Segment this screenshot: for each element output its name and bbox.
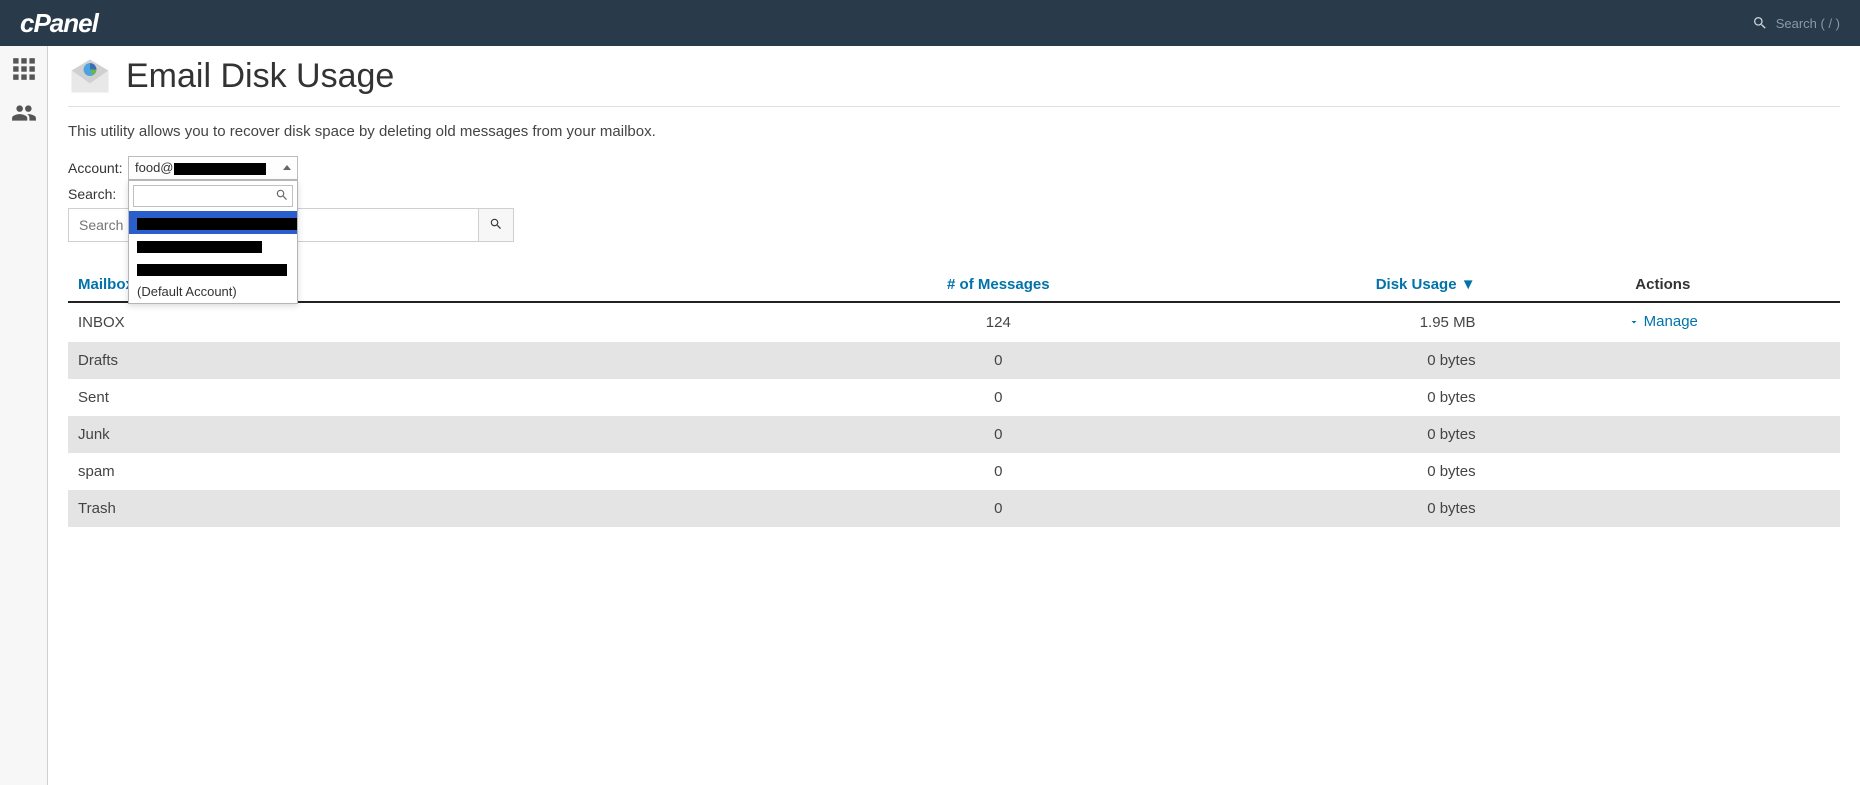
cell-actions: [1486, 342, 1840, 379]
search-label: Search:: [68, 186, 128, 202]
manage-link[interactable]: Manage: [1628, 313, 1698, 330]
cell-actions: [1486, 416, 1840, 453]
cell-actions: [1486, 490, 1840, 527]
cell-disk-usage: 0 bytes: [1131, 379, 1485, 416]
cell-messages: 0: [865, 453, 1131, 490]
account-combo-search-input[interactable]: [133, 185, 293, 207]
manage-link-label: Manage: [1644, 313, 1698, 330]
top-bar: cPanel Search ( / ): [0, 0, 1860, 46]
redacted-domain: [174, 163, 266, 175]
table-row: Trash00 bytes: [68, 490, 1840, 527]
cell-messages: 0: [865, 490, 1131, 527]
cell-actions: [1486, 453, 1840, 490]
cell-disk-usage: 0 bytes: [1131, 416, 1485, 453]
account-combo-list: (Default Account): [129, 211, 297, 303]
account-label: Account:: [68, 160, 128, 176]
email-disk-icon: [68, 56, 112, 96]
account-combo-value-prefix: food@: [135, 160, 174, 175]
account-combo-search: [129, 181, 297, 211]
account-option[interactable]: [129, 257, 297, 280]
column-disk-usage[interactable]: Disk Usage ▼: [1131, 268, 1485, 302]
main-content: Email Disk Usage This utility allows you…: [48, 46, 1860, 785]
account-combo-display[interactable]: food@: [128, 156, 298, 180]
cell-mailbox-name: spam: [68, 453, 865, 490]
account-combo[interactable]: food@ (Default Account): [128, 156, 298, 180]
redacted-account: [137, 264, 287, 276]
cell-mailbox-name: INBOX: [68, 302, 865, 342]
cell-disk-usage: 0 bytes: [1131, 490, 1485, 527]
cell-messages: 124: [865, 302, 1131, 342]
chevron-down-icon: [1628, 316, 1640, 328]
cell-actions: Manage: [1486, 302, 1840, 342]
redacted-account: [137, 241, 262, 253]
column-messages[interactable]: # of Messages: [865, 268, 1131, 302]
column-actions: Actions: [1486, 268, 1840, 302]
table-row: spam00 bytes: [68, 453, 1840, 490]
table-row: Sent00 bytes: [68, 379, 1840, 416]
global-search[interactable]: Search ( / ): [1752, 15, 1840, 31]
cell-mailbox-name: Sent: [68, 379, 865, 416]
account-combo-panel: (Default Account): [128, 180, 298, 304]
side-rail: [0, 46, 48, 785]
account-option[interactable]: [129, 211, 297, 234]
cell-messages: 0: [865, 416, 1131, 453]
users-icon[interactable]: [11, 100, 37, 126]
account-option[interactable]: (Default Account): [129, 280, 297, 303]
table-row: Drafts00 bytes: [68, 342, 1840, 379]
mailbox-table: Mailbox Name # of Messages Disk Usage ▼ …: [68, 268, 1840, 527]
account-row: Account: food@ (Default Account): [68, 156, 1840, 180]
cpanel-logo[interactable]: cPanel: [20, 8, 98, 39]
search-row-label: Search:: [68, 186, 1840, 202]
page-title: Email Disk Usage: [126, 57, 394, 96]
table-row: Junk00 bytes: [68, 416, 1840, 453]
table-row: INBOX1241.95 MB Manage: [68, 302, 1840, 342]
search-icon: [1752, 15, 1768, 31]
page-header: Email Disk Usage: [68, 56, 1840, 107]
cell-actions: [1486, 379, 1840, 416]
mailbox-search-button[interactable]: [478, 208, 514, 242]
search-row: [68, 208, 1840, 242]
redacted-account: [137, 218, 297, 230]
cell-disk-usage: 0 bytes: [1131, 453, 1485, 490]
cell-mailbox-name: Drafts: [68, 342, 865, 379]
cell-mailbox-name: Trash: [68, 490, 865, 527]
cell-disk-usage: 1.95 MB: [1131, 302, 1485, 342]
global-search-placeholder: Search ( / ): [1776, 16, 1840, 31]
cell-messages: 0: [865, 342, 1131, 379]
page-description: This utility allows you to recover disk …: [68, 123, 1840, 140]
account-option[interactable]: [129, 234, 297, 257]
search-icon: [489, 217, 503, 231]
cell-disk-usage: 0 bytes: [1131, 342, 1485, 379]
cell-mailbox-name: Junk: [68, 416, 865, 453]
apps-grid-icon[interactable]: [11, 56, 37, 82]
cell-messages: 0: [865, 379, 1131, 416]
